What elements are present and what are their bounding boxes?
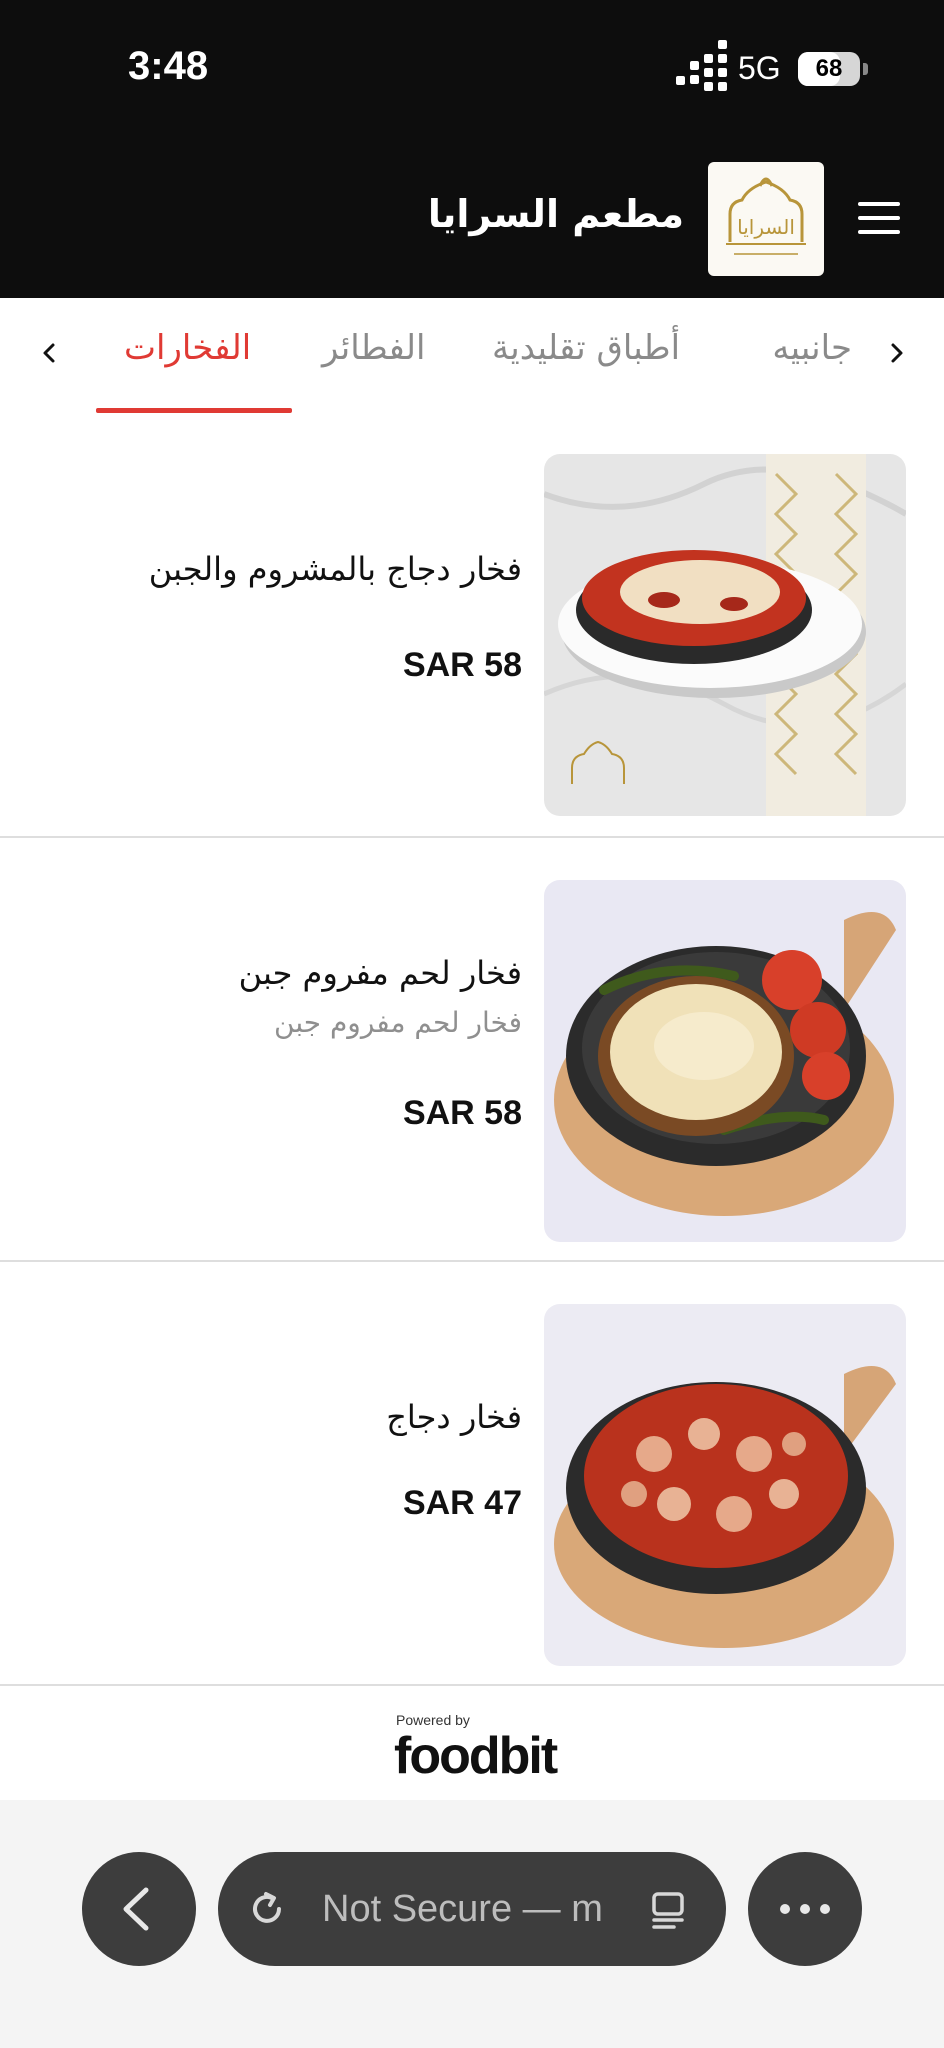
item-name: فخار دجاج — [386, 1398, 522, 1436]
chevron-right-icon[interactable] — [882, 338, 912, 368]
tab-pies[interactable]: الفطائر — [322, 328, 425, 368]
url-text: Not Secure — m — [322, 1888, 603, 1930]
reader-mode-icon[interactable] — [648, 1890, 688, 1930]
item-photo — [544, 880, 906, 1242]
address-bar[interactable]: Not Secure — m — [218, 1852, 726, 1966]
item-photo — [544, 1304, 906, 1666]
menu-item[interactable]: فخار دجاج بالمشروم والجبن SAR 58 — [0, 414, 944, 838]
item-name: فخار دجاج بالمشروم والجبن — [148, 550, 522, 588]
item-name: فخار لحم مفروم جبن — [238, 954, 522, 992]
item-description: فخار لحم مفروم جبن — [274, 1006, 522, 1039]
svg-text:السرايا: السرايا — [737, 215, 795, 239]
app-header: 3:48 5G 68 السرايا مطعم السرايا — [0, 0, 944, 298]
back-button[interactable] — [82, 1852, 196, 1966]
item-price: SAR 47 — [402, 1484, 522, 1522]
signal-strength-icon — [676, 40, 727, 91]
status-time: 3:48 — [128, 44, 209, 88]
more-options-button[interactable] — [748, 1852, 862, 1966]
reload-icon[interactable] — [246, 1888, 288, 1930]
tab-traditional-dishes[interactable]: أطباق تقليدية — [492, 328, 680, 368]
tab-side-dishes-clip: جانبيه — [764, 298, 852, 414]
foodbit-logo[interactable]: foodbit — [394, 1726, 558, 1786]
menu-item[interactable]: فخار دجاج SAR 47 — [0, 1262, 944, 1686]
chevron-left-icon[interactable] — [34, 338, 64, 368]
menu-item[interactable]: فخار لحم مفروم جبن فخار لحم مفروم جبن SA… — [0, 838, 944, 1262]
restaurant-logo[interactable]: السرايا — [708, 162, 824, 276]
hamburger-menu-icon[interactable] — [858, 202, 900, 234]
category-tabs: جانبيه أطباق تقليدية الفطائر الفخارات — [0, 298, 944, 414]
battery-icon: 68 — [798, 52, 868, 86]
active-tab-indicator — [96, 408, 292, 413]
network-type: 5G — [738, 50, 781, 86]
restaurant-name: مطعم السرايا — [427, 192, 684, 236]
more-dots-icon — [780, 1904, 830, 1914]
tab-clay-pots[interactable]: الفخارات — [124, 328, 251, 368]
tab-side-dishes[interactable]: جانبيه — [772, 328, 852, 368]
item-price: SAR 58 — [402, 646, 522, 684]
chevron-left-icon — [123, 1887, 149, 1931]
item-price: SAR 58 — [402, 1094, 522, 1132]
item-photo — [544, 454, 906, 816]
battery-percentage: 68 — [815, 55, 843, 82]
